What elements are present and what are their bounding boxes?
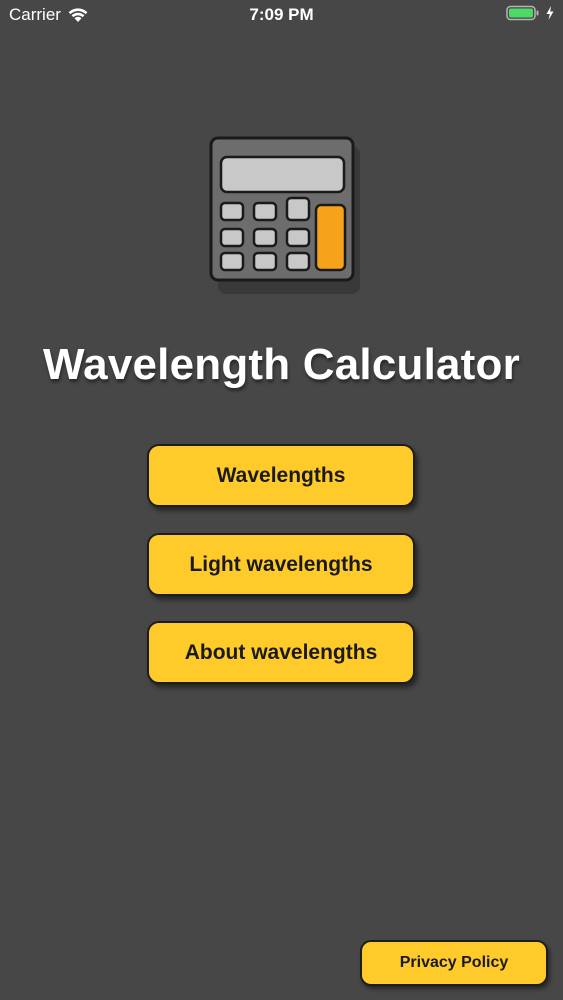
app-title: Wavelength Calculator xyxy=(43,340,520,389)
status-time: 7:09 PM xyxy=(249,5,314,24)
calculator-icon xyxy=(208,136,360,296)
charging-bolt-icon xyxy=(545,5,555,21)
status-bar: Carrier 7:09 PM xyxy=(0,0,563,30)
battery-group xyxy=(506,5,555,21)
privacy-policy-button[interactable]: Privacy Policy xyxy=(360,940,548,986)
wavelengths-button[interactable]: Wavelengths xyxy=(147,444,415,507)
light-wavelengths-button[interactable]: Light wavelengths xyxy=(147,533,415,596)
battery-icon xyxy=(506,5,540,21)
about-wavelengths-button[interactable]: About wavelengths xyxy=(147,621,415,684)
